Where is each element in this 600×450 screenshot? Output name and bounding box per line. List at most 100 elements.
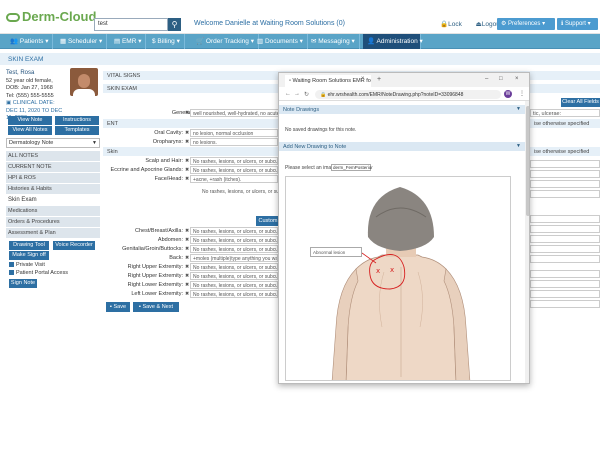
custom-button[interactable]: Custom — [256, 216, 280, 226]
nav-messaging[interactable]: ✉ Messaging ▾ — [307, 34, 360, 49]
preferences-button[interactable]: ⚙ Preferences ▾ — [497, 18, 555, 30]
nav-administration[interactable]: 👤 Administration ▾ — [363, 34, 423, 49]
sidebar-item-medications[interactable]: Medications — [6, 206, 100, 216]
app-logo[interactable]: Derm-Cloud — [6, 9, 96, 24]
x-icon[interactable]: ✖ — [185, 176, 189, 182]
save-next-button[interactable]: ▪ Save & Next — [133, 302, 179, 312]
right-field-5[interactable] — [530, 170, 600, 178]
skin-header[interactable]: Skin — [103, 147, 278, 156]
new-tab-icon[interactable]: + — [377, 76, 381, 83]
x-icon[interactable]: ✖ — [185, 264, 189, 270]
window-close-icon[interactable]: × — [515, 76, 519, 82]
x-icon[interactable]: ✖ — [185, 291, 189, 297]
face-field[interactable]: +acne, +rash (itches). — [190, 175, 278, 183]
templates-button[interactable]: Templates — [55, 126, 99, 135]
sidebar-item-skin-exam[interactable]: Skin Exam — [6, 195, 100, 205]
profile-avatar[interactable]: W — [504, 90, 512, 98]
right-field-11[interactable] — [530, 245, 600, 253]
save-button[interactable]: ▪ Save — [106, 302, 130, 312]
x-icon[interactable]: ✖ — [185, 139, 189, 145]
x-icon[interactable]: ✖ — [185, 110, 189, 116]
back-icon[interactable]: ← — [285, 91, 291, 97]
scroll-thumb[interactable] — [526, 106, 529, 216]
right-field-1[interactable]: tic, ulcerae: — [530, 109, 600, 117]
lock-link[interactable]: 🔒Lock — [440, 21, 468, 28]
lue-field[interactable]: No rashes, lesions, or ulcers, or subcut… — [190, 272, 278, 280]
eccrine-field[interactable]: No rashes, lesions, or ulcers, or subcut… — [190, 166, 278, 174]
maximize-icon[interactable]: □ — [499, 76, 503, 82]
x-icon[interactable]: ✖ — [185, 282, 189, 288]
drawing-canvas[interactable]: x x Abnormal lesion — [285, 176, 511, 381]
search-input[interactable]: test — [94, 18, 168, 31]
lle-field[interactable]: No rashes, lesions, or ulcers, or subcut… — [190, 290, 278, 298]
kebab-menu-icon[interactable]: ⋮ — [519, 90, 525, 97]
x-icon[interactable]: ✖ — [185, 130, 189, 136]
rle-field[interactable]: No rashes, lesions, or ulcers, or subcut… — [190, 281, 278, 289]
patient-portal-checkbox[interactable]: Patient Portal Access — [9, 270, 68, 276]
reload-icon[interactable]: ↻ — [304, 91, 309, 98]
patient-name[interactable]: Test, Rosa — [6, 70, 70, 78]
nav-documents[interactable]: ▥ Documents ▾ — [253, 34, 308, 49]
search-button[interactable]: ⚲ — [168, 18, 181, 31]
right-field-7[interactable] — [530, 190, 600, 198]
clear-all-fields-button[interactable]: Clear All Fields — [561, 98, 600, 107]
sidebar-item-hpi-ros[interactable]: HPI & ROS — [6, 173, 100, 183]
nav-order-tracking[interactable]: 🛒 Order Tracking ▾ — [192, 34, 259, 49]
abdomen-field[interactable]: No rashes, lesions, or ulcers, or subcut… — [190, 236, 278, 244]
forward-icon[interactable]: → — [294, 91, 300, 97]
right-field-15[interactable] — [530, 290, 600, 298]
chest-field[interactable]: No rashes, lesions, or ulcers, or subcut… — [190, 227, 278, 235]
voice-recorder-button[interactable]: Voice Recorder — [53, 241, 95, 250]
abnormal-lesion-label[interactable]: Abnormal lesion — [310, 247, 362, 257]
view-all-notes-button[interactable]: View All Notes — [8, 126, 52, 135]
sidebar-item-histories[interactable]: Histories & Habits — [6, 184, 100, 194]
x-icon[interactable]: ✖ — [185, 255, 189, 261]
note-drawings-header[interactable]: Note Drawings ▼ — [279, 105, 525, 114]
right-field-4[interactable] — [530, 160, 600, 168]
sidebar-item-all-notes[interactable]: ALL NOTES — [6, 151, 100, 161]
support-button[interactable]: ℹ Support ▾ — [557, 18, 598, 30]
sidebar-item-orders[interactable]: Orders & Procedures — [6, 217, 100, 227]
nav-billing[interactable]: $ Billing ▾ — [148, 34, 185, 49]
right-field-9[interactable] — [530, 225, 600, 233]
view-note-button[interactable]: View Note — [8, 116, 52, 125]
right-field-8[interactable] — [530, 215, 600, 223]
oral-cavity-field[interactable]: no lesion, normal occlusion — [190, 129, 278, 137]
nav-emr[interactable]: ▤ EMR ▾ — [110, 34, 147, 49]
ent-header[interactable]: ENT — [103, 119, 278, 128]
x-icon[interactable]: ✖ — [185, 167, 189, 173]
make-sign-off-button[interactable]: Make Sign off — [9, 251, 49, 260]
right-field-10[interactable] — [530, 235, 600, 243]
rue-field[interactable]: No rashes, lesions, or ulcers, or subcut… — [190, 263, 278, 271]
right-field-6[interactable] — [530, 180, 600, 188]
tab-close-icon[interactable]: × — [361, 76, 365, 82]
add-new-drawing-header[interactable]: Add New Drawing to Note ▼ — [279, 142, 525, 151]
genitalia-field[interactable]: No rashes, lesions, or ulcers, or subcut… — [190, 245, 278, 253]
nav-scheduler[interactable]: ▦ Scheduler ▾ — [56, 34, 108, 49]
url-field[interactable]: 🔒 ehr.wrshealth.com/EMR/NoteDrawing.php?… — [315, 90, 501, 99]
right-field-16[interactable] — [530, 300, 600, 308]
back-field[interactable]: +moles (multiple)type anything you want — [190, 254, 278, 262]
drawing-tool-button[interactable]: Drawing Tool — [9, 241, 49, 250]
scalp-field[interactable]: No rashes, lesions, or ulcers, or subcut… — [190, 157, 278, 165]
minimize-icon[interactable]: – — [485, 76, 488, 82]
sign-note-button[interactable]: Sign Note — [9, 279, 37, 288]
sidebar-item-current-note[interactable]: CURRENT NOTE — [6, 162, 100, 172]
note-type-select[interactable]: Dermatology Note ▼ — [6, 138, 100, 148]
popup-scrollbar[interactable] — [525, 101, 529, 383]
right-field-14[interactable] — [530, 280, 600, 288]
browser-tab[interactable]: ▫ Waiting Room Solutions EMR fo — [285, 75, 371, 87]
x-icon[interactable]: ✖ — [185, 237, 189, 243]
x-icon[interactable]: ✖ — [185, 246, 189, 252]
instructions-button[interactable]: Instructions — [55, 116, 99, 125]
right-field-13[interactable] — [530, 270, 600, 278]
nav-patients[interactable]: 👥 Patients ▾ — [6, 34, 54, 49]
general-field[interactable]: well nourished, well-hydrated, no acute — [190, 109, 280, 117]
private-visit-checkbox[interactable]: Private Visit — [9, 262, 45, 268]
right-field-12[interactable] — [530, 255, 600, 263]
x-icon[interactable]: ✖ — [185, 228, 189, 234]
x-icon[interactable]: ✖ — [185, 273, 189, 279]
oropharynx-field[interactable]: no lesions. — [190, 138, 278, 146]
x-icon[interactable]: ✖ — [185, 158, 189, 164]
sidebar-item-assessment[interactable]: Assessment & Plan — [6, 228, 100, 238]
